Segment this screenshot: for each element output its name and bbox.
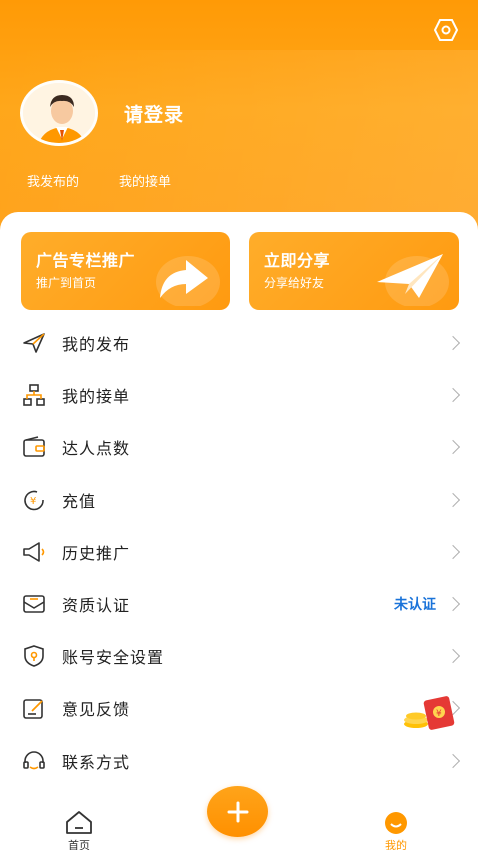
megaphone-icon — [21, 539, 47, 565]
settings-icon — [434, 19, 458, 41]
chevron-right-icon — [445, 649, 461, 664]
red-packet-floating-button[interactable]: ¥ — [402, 694, 456, 732]
home-icon — [66, 811, 92, 834]
share-subtitle: 分享给好友 — [264, 276, 325, 290]
menu-item-history-promotion[interactable]: 历史推广 — [0, 526, 478, 578]
chevron-right-icon — [445, 596, 461, 612]
forward-arrow-icon — [156, 256, 220, 306]
share-title: 立即分享 — [264, 251, 331, 270]
headset-icon — [21, 748, 47, 774]
svg-text:¥: ¥ — [30, 496, 36, 507]
chevron-right-icon — [445, 388, 461, 403]
menu-item-contact[interactable]: 联系方式 — [0, 735, 478, 787]
menu-item-my-posts[interactable]: 我的发布 — [0, 317, 478, 369]
share-card[interactable]: 立即分享 分享给好友 — [249, 232, 459, 310]
mine-icon — [385, 812, 407, 834]
menu-label: 我的发布 — [62, 335, 131, 355]
send-icon — [21, 330, 47, 356]
red-packet-icon: ¥ — [404, 696, 455, 730]
nav-mine-label: 我的 — [385, 839, 407, 850]
certification-status: 未认证 — [394, 597, 436, 614]
login-link[interactable]: 请登录 — [124, 100, 184, 127]
recharge-icon: ¥ — [21, 487, 47, 513]
wallet-icon — [21, 434, 47, 460]
tab-my-posts[interactable]: 我发布的 — [27, 171, 79, 190]
menu-item-certification[interactable]: 资质认证 未认证 — [0, 578, 478, 630]
ad-promotion-card[interactable]: 广告专栏推广 推广到首页 — [21, 232, 230, 310]
plus-icon — [227, 801, 248, 822]
chevron-right-icon — [445, 544, 461, 559]
menu-item-recharge[interactable]: ¥ 充值 — [0, 474, 478, 526]
chevron-right-icon — [445, 492, 461, 507]
menu-label: 资质认证 — [62, 596, 131, 616]
avatar[interactable] — [20, 80, 98, 146]
menu-label: 达人点数 — [62, 439, 131, 459]
menu-label: 账号安全设置 — [62, 648, 165, 668]
paper-plane-icon — [377, 254, 449, 306]
org-chart-icon — [21, 382, 47, 408]
menu-item-security[interactable]: 账号安全设置 — [0, 630, 478, 682]
feedback-icon — [21, 695, 47, 721]
menu-label: 我的接单 — [62, 387, 131, 407]
menu-item-talent-points[interactable]: 达人点数 — [0, 421, 478, 473]
menu-item-my-orders[interactable]: 我的接单 — [0, 369, 478, 421]
nav-mine[interactable]: 我的 — [371, 802, 421, 850]
nav-home-label: 首页 — [68, 839, 90, 850]
tab-my-orders[interactable]: 我的接单 — [119, 171, 171, 190]
chevron-right-icon — [445, 753, 461, 768]
envelope-icon — [21, 591, 47, 617]
chevron-right-icon — [445, 336, 461, 351]
menu-label: 联系方式 — [62, 752, 131, 772]
ad-promotion-subtitle: 推广到首页 — [36, 276, 97, 290]
settings-button[interactable] — [432, 16, 460, 44]
chevron-right-icon — [445, 440, 461, 455]
nav-home[interactable]: 首页 — [54, 802, 104, 850]
ad-promotion-title: 广告专栏推广 — [36, 251, 136, 270]
menu-label: 意见反馈 — [62, 700, 131, 720]
add-post-button[interactable] — [207, 786, 268, 837]
svg-text:¥: ¥ — [436, 709, 442, 719]
shield-icon — [21, 643, 47, 669]
menu-label: 历史推广 — [62, 543, 131, 563]
menu-label: 充值 — [62, 491, 97, 511]
